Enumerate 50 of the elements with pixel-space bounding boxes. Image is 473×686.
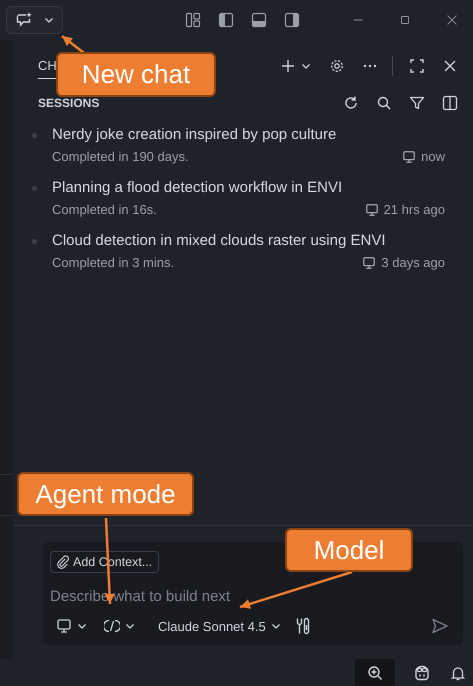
plus-icon[interactable]	[280, 58, 296, 74]
search-icon[interactable]	[376, 95, 392, 111]
callout-label: Agent mode	[17, 472, 194, 516]
paperclip-icon	[56, 555, 70, 569]
sessions-heading: SESSIONS	[38, 96, 100, 110]
session-status: Completed in 16s.	[52, 202, 157, 217]
monitor-icon[interactable]	[56, 618, 72, 634]
session-time: now	[421, 149, 445, 164]
session-status: Completed in 3 mins.	[52, 255, 174, 270]
session-time: 21 hrs ago	[384, 202, 445, 217]
close-icon[interactable]	[445, 13, 459, 27]
bottom-panel-icon[interactable]	[251, 12, 267, 28]
new-chat-button[interactable]	[6, 6, 63, 34]
bullet-icon	[32, 133, 37, 138]
customize-layout-icon[interactable]	[185, 12, 201, 28]
copilot-icon[interactable]	[413, 664, 431, 680]
close-icon[interactable]	[442, 58, 458, 74]
model-picker[interactable]: Claude Sonnet 4.5	[158, 618, 266, 634]
maximize-icon[interactable]	[398, 13, 412, 27]
bell-icon[interactable]	[449, 664, 467, 680]
settings-icon[interactable]	[329, 58, 345, 74]
bullet-icon	[32, 239, 37, 244]
agent-mode-icon[interactable]	[104, 618, 120, 634]
monitor-icon	[364, 202, 379, 216]
right-panel-icon[interactable]	[284, 12, 300, 28]
zoom-in-icon	[367, 664, 383, 680]
fullscreen-icon[interactable]	[409, 58, 425, 74]
callout-arrow	[61, 35, 85, 54]
left-panel-icon[interactable]	[218, 12, 234, 28]
refresh-icon[interactable]	[343, 95, 359, 111]
session-title: Planning a flood detection workflow in ENVI	[52, 179, 344, 196]
session-item[interactable]: Nerdy joke creation inspired by pop culture Completed in 190 days. now	[38, 126, 473, 164]
prompt-field[interactable]: Describe what to build next	[50, 588, 455, 605]
tools-icon[interactable]	[294, 617, 311, 635]
monitor-icon	[402, 150, 416, 164]
session-title: Cloud detection in mixed clouds raster using ENVI	[52, 232, 387, 249]
session-title: Nerdy joke creation inspired by pop culture	[52, 126, 338, 143]
session-status: Completed in 190 days.	[52, 149, 189, 164]
session-time: 3 days ago	[381, 255, 445, 270]
bullet-icon	[32, 186, 37, 191]
callout-label: Model	[285, 528, 413, 572]
send-icon[interactable]	[431, 617, 449, 635]
session-item[interactable]: Cloud detection in mixed clouds raster using ENVI Completed in 3 mins. 3 days ago	[38, 232, 473, 270]
session-item[interactable]: Planning a flood detection workflow in ENVI Completed in 16s. 21 hrs ago	[38, 179, 473, 217]
monitor-icon	[362, 256, 376, 270]
zoom-button[interactable]	[355, 659, 395, 686]
split-view-icon[interactable]	[442, 95, 458, 111]
callout-label: New chat	[56, 52, 216, 97]
chat-sparkle-icon	[15, 11, 33, 29]
filter-icon[interactable]	[409, 95, 425, 111]
